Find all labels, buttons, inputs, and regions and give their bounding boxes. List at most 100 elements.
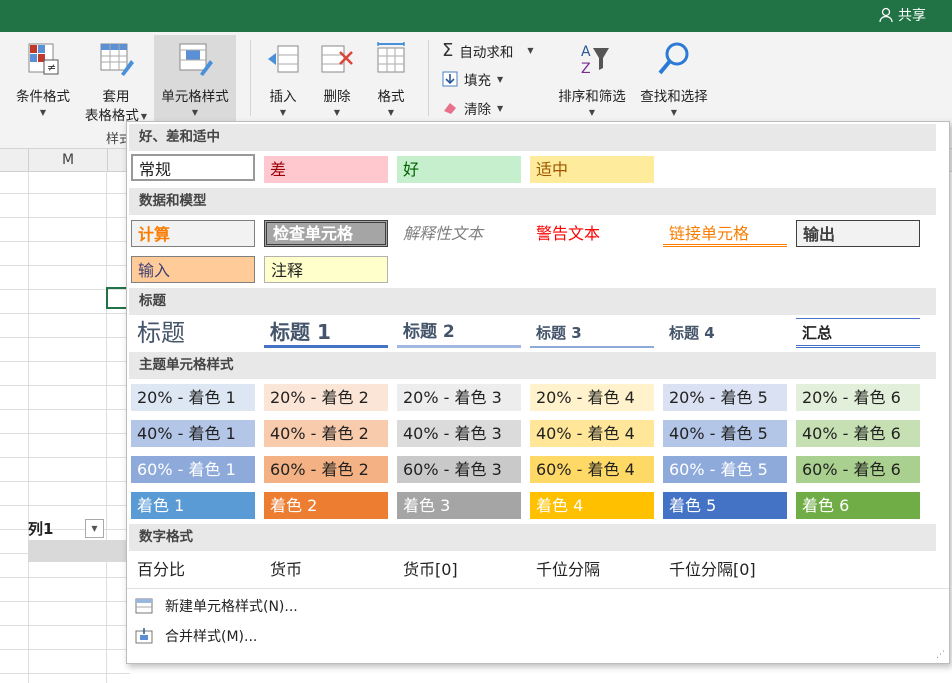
- style-comma-0[interactable]: 千位分隔[0]: [663, 556, 787, 583]
- style-currency[interactable]: 货币: [264, 556, 388, 583]
- grid-line: [0, 601, 130, 602]
- style-theme-2-4[interactable]: 40% - 着色 4: [530, 420, 654, 447]
- style-explanatory[interactable]: 解释性文本: [397, 220, 521, 247]
- delete-label: 删除: [323, 89, 351, 105]
- merge-styles-item[interactable]: 合并样式(M)...: [135, 626, 257, 646]
- resize-grip-icon[interactable]: ⋰: [936, 650, 945, 660]
- style-theme-1-6[interactable]: 20% - 着色 6: [796, 384, 920, 411]
- fill-button[interactable]: 填充 ▼: [442, 69, 503, 89]
- style-theme-1-1[interactable]: 20% - 着色 1: [131, 384, 255, 411]
- cell-styles-button[interactable]: 单元格样式 ▼: [154, 35, 236, 126]
- column-header-m[interactable]: M: [28, 149, 108, 171]
- style-comma[interactable]: 千位分隔: [530, 556, 654, 583]
- style-warning[interactable]: 警告文本: [530, 220, 654, 247]
- chevron-down-icon: ▼: [387, 108, 395, 117]
- style-theme-4-1[interactable]: 着色 1: [131, 492, 255, 519]
- selected-cell[interactable]: [106, 287, 128, 309]
- insert-label: 插入: [269, 89, 297, 105]
- format-as-table-label-1: 套用: [102, 89, 130, 105]
- insert-cells-icon: [268, 45, 299, 73]
- style-theme-2-3[interactable]: 40% - 着色 3: [397, 420, 521, 447]
- style-theme-1-4[interactable]: 20% - 着色 4: [530, 384, 654, 411]
- share-button[interactable]: 共享: [878, 5, 926, 25]
- new-cell-style-item[interactable]: 新建单元格样式(N)...: [135, 596, 298, 616]
- grid-line: [0, 217, 130, 218]
- chevron-down-icon: ▼: [497, 103, 504, 113]
- table-row-band: [28, 540, 126, 562]
- cell-styles-label: 单元格样式: [161, 89, 229, 105]
- chevron-down-icon: ▼: [497, 74, 504, 84]
- style-theme-1-5[interactable]: 20% - 着色 5: [663, 384, 787, 411]
- clear-label: 清除: [464, 102, 491, 118]
- cell-styles-gallery: 好、差和适中 数据和模型 标题 主题单元格样式 数字格式 常规 差 好 适中 计…: [126, 121, 950, 664]
- style-theme-2-5[interactable]: 40% - 着色 5: [663, 420, 787, 447]
- style-heading-1[interactable]: 标题 1: [264, 318, 388, 348]
- style-input[interactable]: 输入: [131, 256, 255, 283]
- style-percent[interactable]: 百分比: [131, 556, 255, 583]
- style-bad[interactable]: 差: [264, 156, 388, 183]
- chevron-down-icon: ▼: [670, 108, 678, 117]
- conditional-format-button[interactable]: ≠ 条件格式 ▼: [8, 40, 78, 119]
- merge-styles-icon: [135, 628, 153, 644]
- style-check-cell[interactable]: 检查单元格: [264, 220, 388, 247]
- grid-line: [0, 673, 130, 674]
- delete-button[interactable]: 删除 ▼: [312, 40, 362, 119]
- table-header-cell[interactable]: 列1 ▼: [28, 516, 106, 540]
- style-theme-2-1[interactable]: 40% - 着色 1: [131, 420, 255, 447]
- autosum-button[interactable]: Σ 自动求和 ▼: [442, 40, 534, 61]
- table-header-label: 列1: [28, 519, 54, 538]
- insert-button[interactable]: 插入 ▼: [258, 40, 308, 119]
- chevron-down-icon: ▼: [527, 46, 534, 55]
- merge-styles-label: 合并样式(M)...: [165, 629, 258, 645]
- cell-styles-icon: [179, 43, 213, 76]
- style-theme-3-4[interactable]: 60% - 着色 4: [530, 456, 654, 483]
- section-header-good-bad: 好、差和适中: [129, 124, 936, 151]
- style-heading-2[interactable]: 标题 2: [397, 318, 521, 348]
- style-theme-3-5[interactable]: 60% - 着色 5: [663, 456, 787, 483]
- style-theme-4-3[interactable]: 着色 3: [397, 492, 521, 519]
- style-normal[interactable]: 常规: [131, 154, 255, 181]
- format-button[interactable]: 格式 ▼: [366, 40, 416, 119]
- ribbon-separator: [428, 40, 429, 116]
- style-currency-0[interactable]: 货币[0]: [397, 556, 521, 583]
- style-theme-3-1[interactable]: 60% - 着色 1: [131, 456, 255, 483]
- section-header-number: 数字格式: [129, 524, 936, 551]
- style-good[interactable]: 好: [397, 156, 521, 183]
- grid-line: [0, 313, 130, 314]
- style-linked-cell[interactable]: 链接单元格: [663, 220, 787, 247]
- filter-dropdown-icon[interactable]: ▼: [85, 518, 104, 538]
- svg-text:A: A: [581, 44, 591, 60]
- style-theme-4-2[interactable]: 着色 2: [264, 492, 388, 519]
- find-select-button[interactable]: 查找和选择 ▼: [634, 40, 714, 119]
- style-theme-3-2[interactable]: 60% - 着色 2: [264, 456, 388, 483]
- style-total[interactable]: 汇总: [796, 318, 920, 348]
- clear-button[interactable]: 清除 ▼: [442, 98, 503, 118]
- conditional-format-label: 条件格式: [16, 89, 70, 105]
- style-theme-2-6[interactable]: 40% - 着色 6: [796, 420, 920, 447]
- grid-line: [0, 337, 130, 338]
- style-theme-3-3[interactable]: 60% - 着色 3: [397, 456, 521, 483]
- grid-line: [0, 265, 130, 266]
- autosum-label: 自动求和: [459, 44, 514, 61]
- style-theme-2-2[interactable]: 40% - 着色 2: [264, 420, 388, 447]
- style-theme-4-6[interactable]: 着色 6: [796, 492, 920, 519]
- style-heading-3[interactable]: 标题 3: [530, 318, 654, 348]
- style-output[interactable]: 输出: [796, 220, 920, 247]
- style-theme-3-6[interactable]: 60% - 着色 6: [796, 456, 920, 483]
- sort-filter-button[interactable]: AZ 排序和筛选 ▼: [552, 40, 632, 119]
- chevron-down-icon: ▼: [333, 108, 341, 117]
- grid-line: [0, 241, 130, 242]
- new-cell-style-label: 新建单元格样式(N)...: [165, 599, 298, 615]
- grid-line: [0, 649, 130, 650]
- style-note[interactable]: 注释: [264, 256, 388, 283]
- style-heading-4[interactable]: 标题 4: [663, 318, 787, 348]
- format-as-table-button[interactable]: 套用 表格格式 ▼: [80, 40, 152, 126]
- grid-line: [106, 171, 107, 683]
- style-neutral[interactable]: 适中: [530, 156, 654, 183]
- style-theme-4-5[interactable]: 着色 5: [663, 492, 787, 519]
- style-theme-1-3[interactable]: 20% - 着色 3: [397, 384, 521, 411]
- style-calculation[interactable]: 计算: [131, 220, 255, 247]
- style-title[interactable]: 标题: [131, 318, 255, 348]
- style-theme-4-4[interactable]: 着色 4: [530, 492, 654, 519]
- style-theme-1-2[interactable]: 20% - 着色 2: [264, 384, 388, 411]
